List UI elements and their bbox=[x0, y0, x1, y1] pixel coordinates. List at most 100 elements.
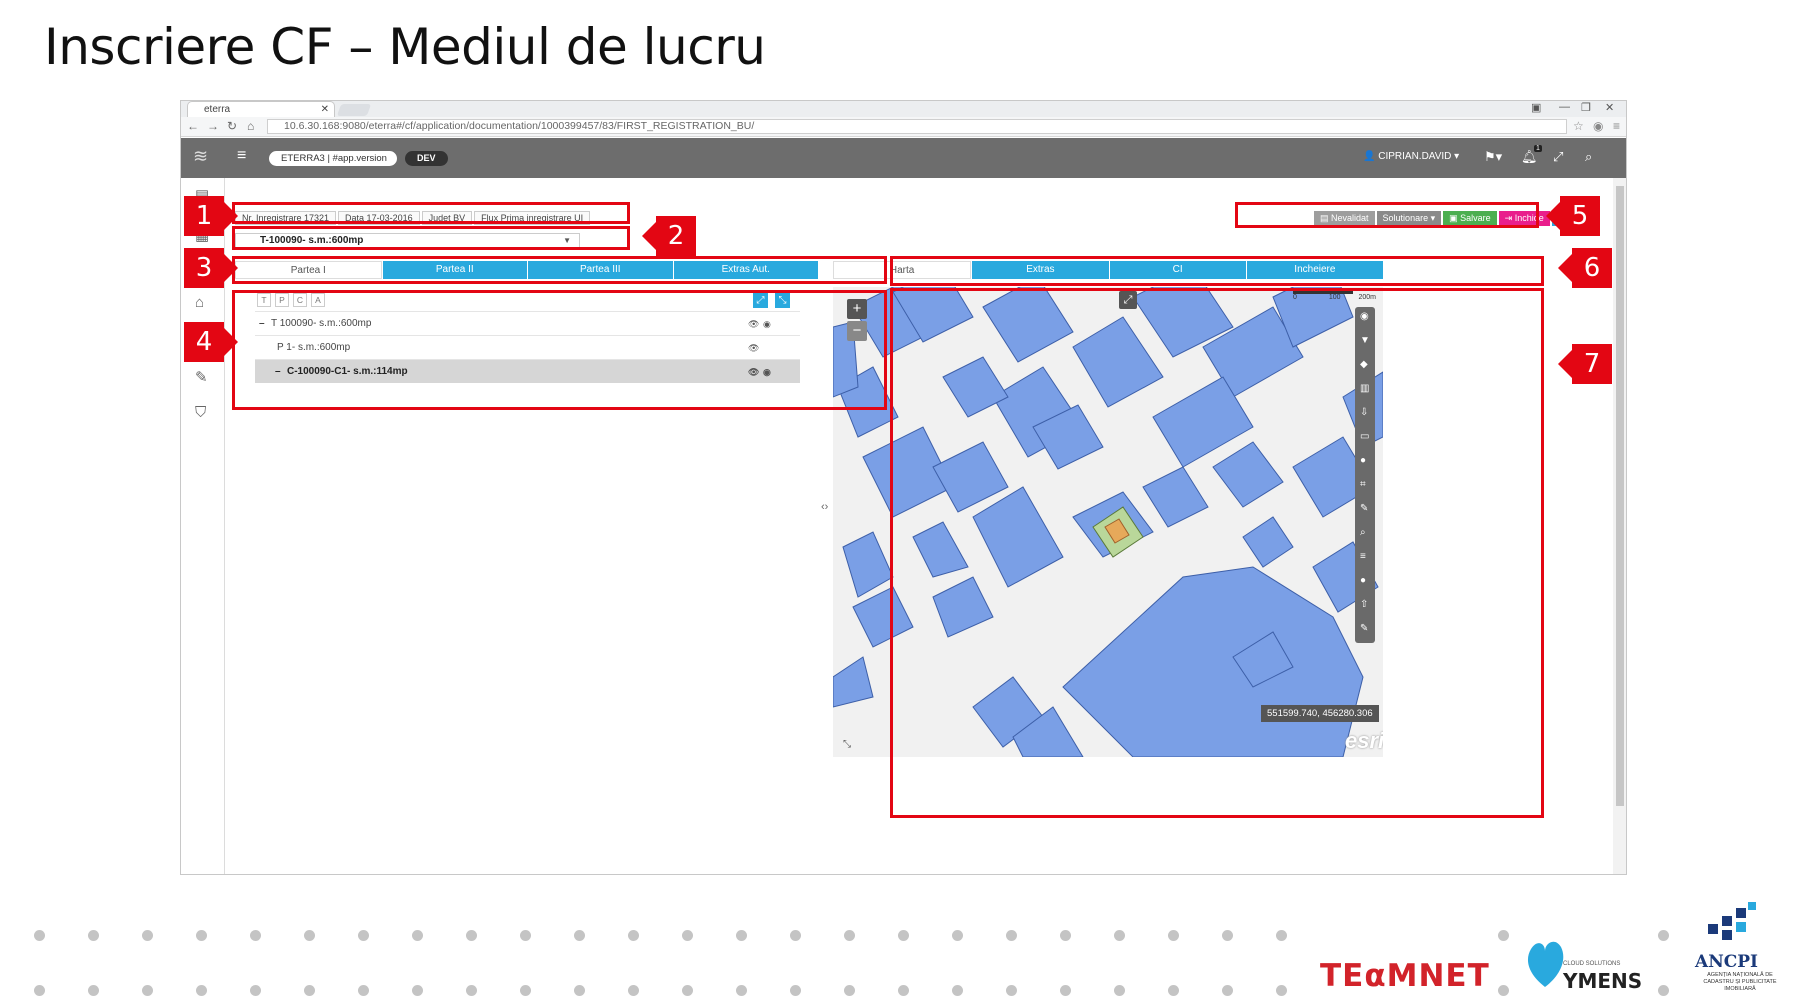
annotation-box-2 bbox=[232, 226, 630, 250]
menu-icon[interactable]: ≡ bbox=[1613, 119, 1620, 133]
decorative-dot bbox=[682, 930, 693, 941]
decorative-dot bbox=[1276, 930, 1287, 941]
decorative-dot bbox=[1168, 930, 1179, 941]
annotation-box-6 bbox=[890, 256, 1544, 286]
ymens-subtitle: CLOUD SOLUTIONS bbox=[1563, 961, 1621, 967]
decorative-dot bbox=[628, 985, 639, 996]
home-icon[interactable]: ⌂ bbox=[247, 119, 254, 133]
restore-icon[interactable]: ❐ bbox=[1581, 101, 1591, 114]
decorative-dot bbox=[520, 930, 531, 941]
eterra-logo: ≋ bbox=[193, 146, 209, 166]
decorative-dot bbox=[34, 930, 45, 941]
decorative-dot bbox=[466, 930, 477, 941]
back-icon[interactable]: ← bbox=[187, 119, 199, 133]
page-scrollbar[interactable] bbox=[1613, 178, 1626, 874]
splitter-handle[interactable]: ‹› bbox=[821, 501, 828, 513]
decorative-dot bbox=[520, 985, 531, 996]
decorative-dot bbox=[466, 985, 477, 996]
annotation-box-4 bbox=[232, 290, 887, 410]
forward-icon[interactable]: → bbox=[207, 119, 219, 133]
star-icon[interactable]: ☆ bbox=[1573, 119, 1584, 133]
annotation-marker-5: 5 bbox=[1546, 196, 1600, 236]
decorative-dot bbox=[844, 930, 855, 941]
decorative-dot bbox=[88, 985, 99, 996]
decorative-dot bbox=[304, 985, 315, 996]
search-icon[interactable]: ⌕ bbox=[1585, 149, 1592, 165]
decorative-dot bbox=[682, 985, 693, 996]
decorative-dot bbox=[628, 930, 639, 941]
decorative-dot bbox=[898, 985, 909, 996]
decorative-dot bbox=[412, 985, 423, 996]
edit-icon[interactable]: ✎ bbox=[195, 368, 208, 386]
annotation-marker-7: 7 bbox=[1558, 344, 1612, 384]
decorative-dot bbox=[34, 985, 45, 996]
browser-tab-title: eterra bbox=[204, 104, 231, 115]
parcel bbox=[842, 531, 894, 598]
decorative-dot bbox=[790, 930, 801, 941]
resize-icon[interactable]: ⤡ bbox=[843, 739, 851, 750]
decorative-dot bbox=[358, 930, 369, 941]
env-badge: DEV bbox=[405, 151, 448, 166]
language-icon[interactable]: ⚑▾ bbox=[1484, 149, 1502, 165]
decorative-dot bbox=[736, 930, 747, 941]
app-header: ≋ ≡ ETERRA3 | #app.version DEV 👤 CIPRIAN… bbox=[181, 138, 1626, 178]
decorative-dot bbox=[1114, 930, 1125, 941]
annotation-box-1 bbox=[232, 202, 630, 224]
decorative-dot bbox=[1222, 985, 1233, 996]
decorative-dot bbox=[1006, 930, 1017, 941]
decorative-dot bbox=[250, 985, 261, 996]
decorative-dot bbox=[412, 930, 423, 941]
extension-icon[interactable]: ◉ bbox=[1593, 119, 1603, 133]
ancpi-logo: ANCPI bbox=[1695, 952, 1758, 972]
tag-icon[interactable]: ⛉ bbox=[195, 404, 206, 421]
decorative-dot bbox=[88, 930, 99, 941]
decorative-dot bbox=[952, 930, 963, 941]
parcel bbox=[833, 656, 874, 708]
fullscreen-icon[interactable]: ⤢ bbox=[1553, 149, 1563, 165]
browser-tabbar: eterra ✕ ▣ — ❐ ✕ bbox=[181, 101, 1626, 117]
ymens-wordmark: YMENS bbox=[1563, 969, 1643, 993]
close-window-icon[interactable]: ✕ bbox=[1605, 101, 1614, 114]
user-name: CIPRIAN.DAVID bbox=[1378, 151, 1452, 162]
teamnet-logo: TEαMNET bbox=[1320, 958, 1490, 994]
annotation-box-5 bbox=[1235, 202, 1539, 228]
scrollbar-thumb[interactable] bbox=[1616, 186, 1624, 806]
close-icon[interactable]: ✕ bbox=[321, 102, 329, 117]
decorative-dot bbox=[196, 930, 207, 941]
decorative-dot bbox=[1658, 930, 1669, 941]
reload-icon[interactable]: ↻ bbox=[227, 119, 237, 133]
user-menu[interactable]: 👤 CIPRIAN.DAVID ▾ bbox=[1363, 151, 1459, 162]
decorative-dot bbox=[358, 985, 369, 996]
decorative-dot bbox=[1060, 930, 1071, 941]
browser-tab[interactable]: eterra ✕ bbox=[187, 101, 335, 117]
decorative-dot bbox=[196, 985, 207, 996]
decorative-dot bbox=[1498, 985, 1509, 996]
notification-badge: 1 bbox=[1534, 145, 1542, 152]
decorative-dot bbox=[1276, 985, 1287, 996]
decorative-dot bbox=[1006, 985, 1017, 996]
decorative-dot bbox=[736, 985, 747, 996]
new-tab-button[interactable] bbox=[336, 104, 372, 116]
decorative-dot bbox=[1168, 985, 1179, 996]
annotation-marker-2: 2 bbox=[642, 216, 696, 256]
decorative-dot bbox=[898, 930, 909, 941]
decorative-dot bbox=[304, 930, 315, 941]
minimize-icon[interactable]: — bbox=[1559, 101, 1570, 113]
decorative-dot bbox=[1658, 985, 1669, 996]
ancpi-emblem-icon bbox=[1708, 902, 1756, 940]
decorative-dot bbox=[574, 985, 585, 996]
url-field[interactable]: 10.6.30.168:9080/eterra#/cf/application/… bbox=[267, 119, 1567, 134]
hamburger-icon[interactable]: ≡ bbox=[237, 147, 246, 165]
ymens-logo: CLOUD SOLUTIONS YMENS bbox=[1525, 935, 1642, 995]
decorative-dot bbox=[1498, 930, 1509, 941]
decorative-dot bbox=[952, 985, 963, 996]
annotation-marker-4: 4 bbox=[184, 322, 238, 362]
decorative-dot bbox=[574, 930, 585, 941]
annotation-marker-1: 1 bbox=[184, 196, 238, 236]
decorative-dot bbox=[142, 985, 153, 996]
house-icon[interactable]: ⌂ bbox=[195, 294, 204, 311]
decorative-dot bbox=[250, 930, 261, 941]
profile-icon[interactable]: ▣ bbox=[1531, 101, 1541, 114]
ancpi-subtitle: AGENȚIA NAȚIONALĂ DE CADASTRU ȘI PUBLICI… bbox=[1703, 972, 1777, 992]
decorative-dot bbox=[1114, 985, 1125, 996]
